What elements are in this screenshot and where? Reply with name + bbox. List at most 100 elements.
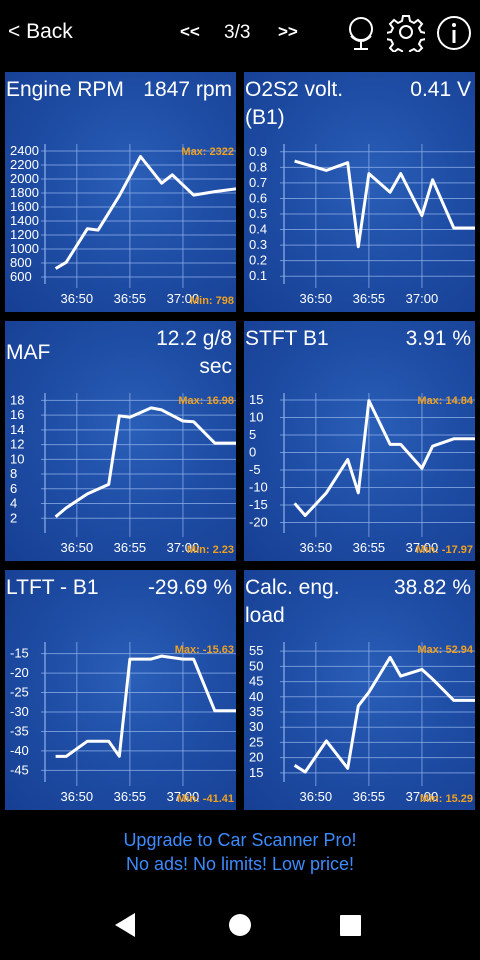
y-tick-label: 0.5 <box>249 206 267 221</box>
x-tick-label: 36:55 <box>114 789 147 804</box>
tile-engine-rpm[interactable]: Engine RPM 1847 rpm 2400 2200 2000 1800 1600… <box>5 72 236 312</box>
y-tick-label: 1400 <box>10 213 39 228</box>
tile-ltft-b1[interactable]: LTFT - B1 -29.69 % -15 -20 -25 -30 -35 -40 -45… <box>5 570 236 810</box>
y-tick-label: 10 <box>10 451 24 466</box>
upgrade-promo-link[interactable]: Upgrade to Car Scanner Pro! No ads! No l… <box>0 828 480 876</box>
y-tick-label: 0.2 <box>249 253 267 268</box>
load-chart: 55504540353025201536:50 36:55 37:00Max: 52… <box>249 642 475 805</box>
next-page-button[interactable]: >> <box>278 22 298 42</box>
max-label: Max: 52.94 <box>417 644 474 656</box>
y-tick-label: 15 <box>249 765 263 780</box>
y-tick-label: 600 <box>10 269 32 284</box>
x-tick-label: 36:55 <box>353 540 386 555</box>
x-tick-label: 36:55 <box>114 540 147 555</box>
y-tick-label: 1200 <box>10 227 39 242</box>
y-tick-label: -45 <box>10 762 29 777</box>
x-tick-label: 36:55 <box>114 291 147 306</box>
min-label: Min: 2.23 <box>187 544 234 556</box>
y-tick-label: 30 <box>249 719 263 734</box>
recents-square-icon[interactable] <box>327 902 373 948</box>
y-tick-label: 0.3 <box>249 237 267 252</box>
y-tick-label: 20 <box>249 750 263 765</box>
series-line <box>293 655 475 774</box>
x-tick-label: 37:00 <box>406 291 439 306</box>
x-tick-label: 36:55 <box>353 789 386 804</box>
series-line <box>294 159 475 249</box>
y-tick-label: -20 <box>10 665 29 680</box>
y-tick-label: 35 <box>249 704 263 719</box>
y-tick-label: 800 <box>10 255 32 270</box>
y-tick-label: 25 <box>249 734 263 749</box>
x-tick-label: 36:50 <box>61 291 94 306</box>
y-tick-label: 0.1 <box>249 268 267 283</box>
max-label: Max: 14.84 <box>417 395 474 407</box>
maf-chart: 1816141210864236:50 36:55 37:00Max: 16.98M… <box>10 392 236 556</box>
y-tick-label: 0 <box>249 445 256 460</box>
max-label: Max: 2322 <box>181 146 234 158</box>
page-indicator: 3/3 <box>224 22 251 43</box>
min-label: Min: -17.97 <box>416 544 473 556</box>
y-tick-label: 2000 <box>10 171 39 186</box>
y-tick-label: 50 <box>249 658 263 673</box>
y-tick-label: 0.9 <box>249 144 267 159</box>
y-tick-label: 10 <box>249 410 263 425</box>
y-tick-label: -40 <box>10 743 29 758</box>
tile-o2s2-volt[interactable]: O2S2 volt. (B1) 0.41 V 0.9 0.8 0.7 0.6 0.5 0.… <box>244 72 475 312</box>
y-tick-label: -30 <box>10 704 29 719</box>
y-tick-label: 0.4 <box>249 222 267 237</box>
y-tick-label: 40 <box>249 689 263 704</box>
y-tick-label: 45 <box>249 674 263 689</box>
x-tick-label: 36:50 <box>61 789 94 804</box>
y-tick-label: 18 <box>10 392 24 407</box>
prev-page-button[interactable]: << <box>180 22 200 42</box>
x-tick-label: 36:50 <box>300 540 333 555</box>
y-tick-label: 1800 <box>10 185 39 200</box>
globe-stand-icon[interactable] <box>342 14 380 52</box>
y-tick-label: -25 <box>10 685 29 700</box>
min-label: Min: 798 <box>190 295 234 307</box>
y-tick-label: 15 <box>249 392 263 407</box>
y-tick-label: -35 <box>10 723 29 738</box>
max-label: Max: 16.98 <box>178 395 234 407</box>
y-tick-label: 1000 <box>10 241 39 256</box>
y-tick-label: 2 <box>10 510 17 525</box>
y-tick-label: 4 <box>10 496 17 511</box>
x-tick-label: 36:50 <box>300 291 333 306</box>
y-tick-label: 0.6 <box>249 190 267 205</box>
x-tick-label: 36:50 <box>300 789 333 804</box>
home-circle-icon[interactable] <box>217 902 263 948</box>
system-nav-bar <box>0 890 480 960</box>
y-tick-label: 16 <box>10 407 24 422</box>
y-tick-label: 14 <box>10 422 24 437</box>
stft-chart: 151050-5-10-15-2036:50 36:55 37:00Max: 14.… <box>249 392 475 556</box>
y-tick-label: 0.8 <box>249 159 267 174</box>
y-tick-label: -5 <box>249 462 261 477</box>
y-tick-label: 6 <box>10 481 17 496</box>
y-tick-label: 12 <box>10 437 24 452</box>
y-tick-label: 2200 <box>10 157 39 172</box>
gear-icon[interactable] <box>387 14 425 52</box>
rpm-chart: 24002200200018001600140012001000800600 36… <box>10 143 236 307</box>
min-label: Min: -41.41 <box>177 793 234 805</box>
o2s2-chart: 0.90.80.70.60.50.40.30.20.1 36:50 36:55 37:… <box>249 144 475 306</box>
tile-maf[interactable]: MAF 12.2 g/8 sec 18 16 14 12 10 8 6 4 2 36:50 36:5… <box>5 321 236 561</box>
max-label: Max: -15.63 <box>175 644 234 656</box>
x-tick-label: 36:50 <box>61 540 94 555</box>
y-tick-label: -20 <box>249 515 268 530</box>
min-label: Min: 15.29 <box>420 793 473 805</box>
series-line <box>54 406 236 518</box>
y-tick-label: 0.7 <box>249 175 267 190</box>
y-tick-label: 2400 <box>10 143 39 158</box>
promo-line-2: No ads! No limits! Low price! <box>125 854 355 874</box>
tile-calc-engine-load[interactable]: Calc. eng. load 38.82 % 55 50 45 40 35 30 25 20… <box>244 570 475 810</box>
back-triangle-icon[interactable] <box>102 902 148 948</box>
y-tick-label: -15 <box>249 497 268 512</box>
y-tick-label: 5 <box>249 427 256 442</box>
series-line <box>54 155 236 270</box>
promo-line-1: Upgrade to Car Scanner Pro! <box>123 830 357 850</box>
top-bar: < Back << 3/3 >> <box>0 0 480 66</box>
tile-stft-b1[interactable]: STFT B1 3.91 % 15 10 5 0 -5 -10 -15 -20 36:50 36:… <box>244 321 475 561</box>
series-line <box>55 654 236 758</box>
info-icon[interactable] <box>435 14 473 52</box>
back-button[interactable]: < Back <box>8 20 73 44</box>
